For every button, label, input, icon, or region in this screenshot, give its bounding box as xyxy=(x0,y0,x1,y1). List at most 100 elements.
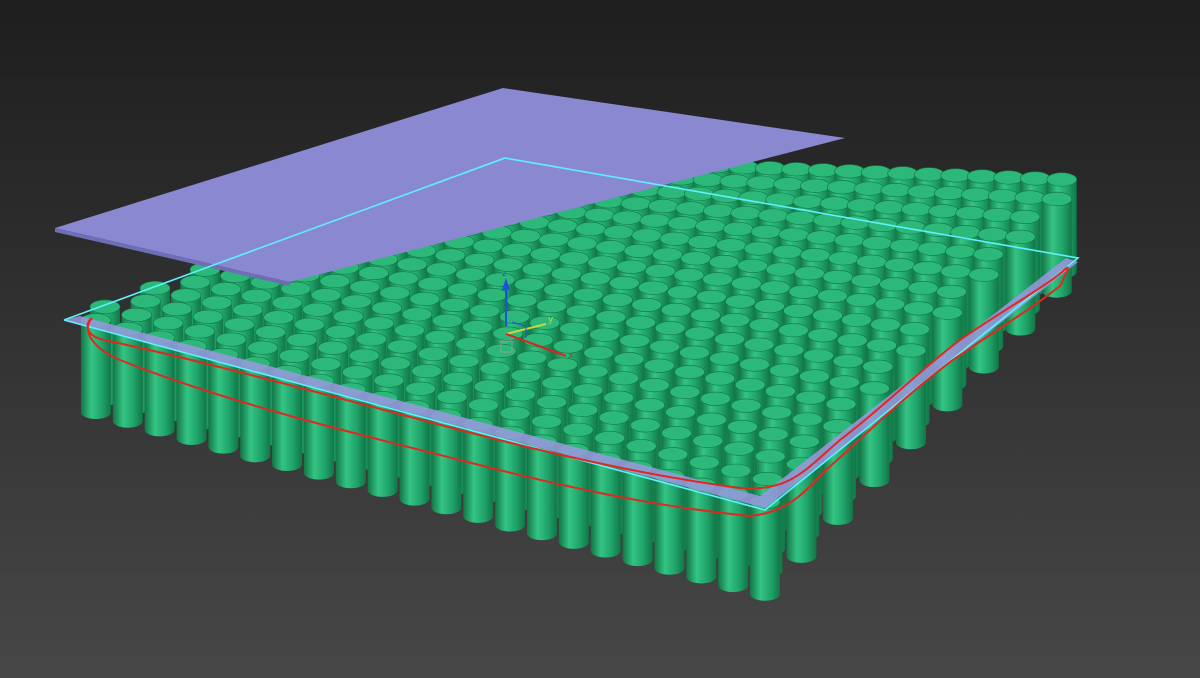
battery-cell-top xyxy=(184,324,215,339)
battery-cell-body xyxy=(558,450,589,549)
battery-cell-top xyxy=(903,301,934,316)
battery-cell-top xyxy=(499,406,531,421)
battery-cell-top xyxy=(431,313,463,328)
battery-cell-top xyxy=(759,280,791,295)
battery-cell-top xyxy=(800,248,831,263)
battery-cell-body xyxy=(718,493,749,593)
battery-cell-top xyxy=(510,229,541,244)
battery-cell-top xyxy=(661,426,692,441)
battery-cell-top xyxy=(333,309,364,324)
battery-cell-top xyxy=(499,309,531,324)
battery-cell-top xyxy=(778,227,810,242)
battery-cell-top xyxy=(659,231,691,246)
battery-cell-top xyxy=(373,373,405,388)
battery-cell-top xyxy=(917,241,948,256)
battery-cell-top xyxy=(778,323,809,338)
battery-cell-top xyxy=(987,188,1019,204)
battery-cell-top xyxy=(161,301,193,317)
battery-cell-top xyxy=(484,272,516,287)
battery-cell-top xyxy=(294,317,325,332)
battery-cell-top xyxy=(922,222,954,237)
battery-cell xyxy=(685,477,717,584)
battery-cell-top xyxy=(436,389,468,404)
battery-cell-top xyxy=(476,287,508,303)
battery-cell-top xyxy=(711,188,742,203)
battery-cell-top xyxy=(968,267,1000,282)
battery-cell-top xyxy=(463,252,495,268)
battery-cell-top xyxy=(380,356,411,371)
battery-cell-top xyxy=(468,398,499,413)
battery-cell-top xyxy=(247,340,279,355)
battery-cell-top xyxy=(773,177,804,192)
battery-cell-top xyxy=(572,383,604,398)
battery-cell-top xyxy=(657,447,689,462)
battery-cell-top xyxy=(271,295,303,310)
battery-cell-top xyxy=(356,332,387,347)
battery-cell-top xyxy=(479,361,511,376)
battery-cell-body xyxy=(463,424,494,523)
battery-cell-top xyxy=(679,345,710,360)
battery-cell-top xyxy=(603,390,635,405)
battery-cell-top xyxy=(625,439,657,454)
battery-cell-top xyxy=(424,330,456,345)
battery-cell-top xyxy=(689,455,720,470)
battery-cell-top xyxy=(826,180,858,195)
battery-cell-top xyxy=(795,390,827,405)
battery-cell-top xyxy=(834,164,865,179)
battery-cell-body xyxy=(654,476,685,575)
battery-cell-top xyxy=(1019,171,1051,186)
battery-cell-top xyxy=(841,312,872,328)
battery-cell-top xyxy=(669,384,701,400)
viewport-scene[interactable]: z y x xyxy=(0,0,1200,678)
battery-cell-top xyxy=(608,371,640,386)
battery-cell-top xyxy=(543,282,575,297)
battery-cell-top xyxy=(417,276,449,292)
3d-viewport[interactable]: z y x xyxy=(0,0,1200,678)
battery-cell-top xyxy=(719,313,751,328)
battery-cell-top xyxy=(609,276,640,291)
battery-cell-top xyxy=(401,307,433,322)
battery-cell-top xyxy=(325,324,356,339)
battery-cell-body xyxy=(80,320,111,420)
battery-cell-top xyxy=(579,271,611,286)
battery-cell-top xyxy=(684,326,716,341)
battery-cell-top xyxy=(89,299,121,314)
battery-cell-top xyxy=(371,300,403,316)
battery-cell-top xyxy=(473,379,505,394)
battery-cell-top xyxy=(690,307,721,323)
battery-cell-top xyxy=(750,224,782,239)
battery-cell-top xyxy=(836,333,868,348)
battery-cell-top xyxy=(538,232,570,247)
battery-cell-top xyxy=(769,363,800,378)
battery-cell-top xyxy=(631,228,663,243)
battery-cell-top xyxy=(746,175,777,190)
battery-cell-top xyxy=(754,299,785,314)
battery-cell-top xyxy=(514,277,545,292)
battery-cell-top xyxy=(572,287,604,302)
battery-cell-top xyxy=(603,225,635,240)
battery-cell-top xyxy=(559,321,590,336)
battery-cell-top xyxy=(358,265,389,281)
battery-cell-top xyxy=(547,218,578,233)
battery-cell-top xyxy=(201,295,233,310)
battery-cell-top xyxy=(558,251,590,266)
battery-cell-top xyxy=(455,267,487,282)
battery-cell-top xyxy=(492,257,524,272)
battery-cell-top xyxy=(846,198,878,213)
gizmo-x-label: x xyxy=(568,351,574,361)
battery-cell-top xyxy=(907,184,938,199)
battery-cell-top xyxy=(644,263,676,278)
battery-cell xyxy=(717,486,749,593)
battery-cell-top xyxy=(788,434,820,449)
battery-cell-top xyxy=(594,430,626,445)
battery-cell-top xyxy=(879,277,910,292)
battery-cell-top xyxy=(583,345,615,360)
battery-cell-top xyxy=(589,327,620,342)
battery-cell-top xyxy=(725,294,756,309)
battery-cell-top xyxy=(302,302,334,317)
battery-cell-top xyxy=(319,274,351,289)
battery-cell-top xyxy=(567,402,599,417)
battery-cell-top xyxy=(834,233,865,248)
battery-cell-top xyxy=(634,397,665,413)
battery-cell-top xyxy=(1046,172,1078,187)
